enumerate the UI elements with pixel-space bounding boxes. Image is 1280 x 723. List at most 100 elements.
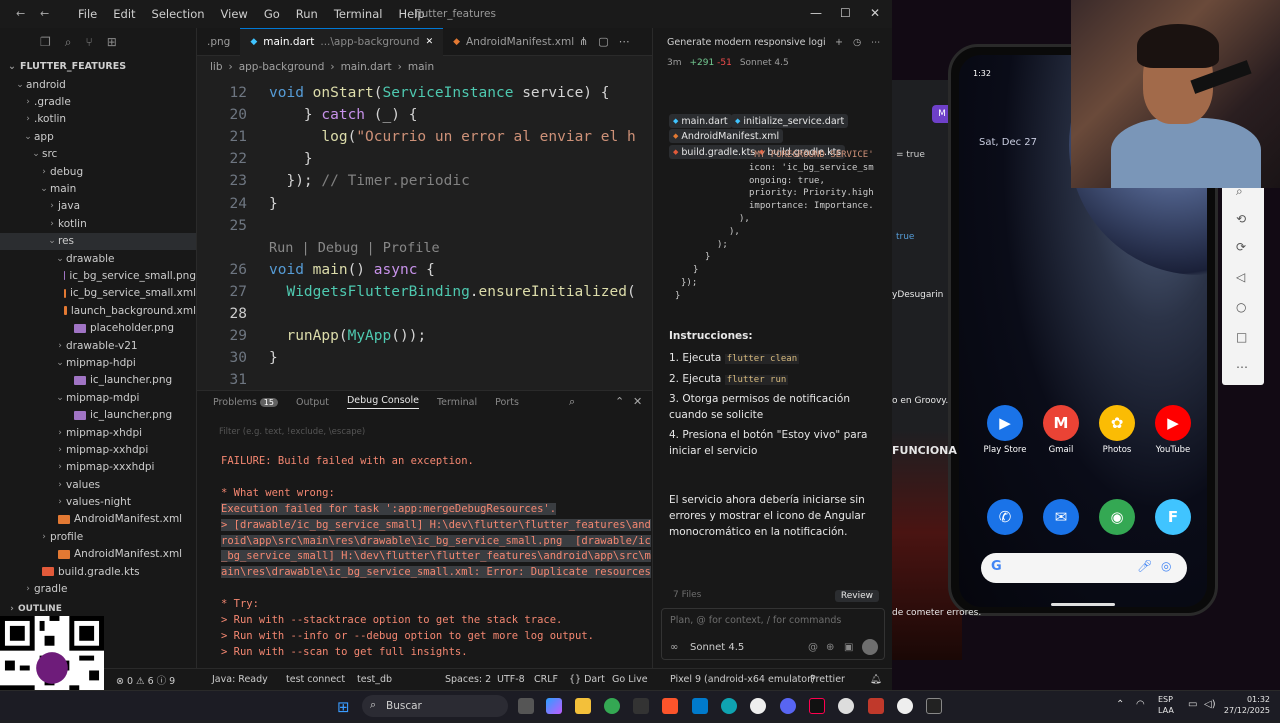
file-item[interactable]: ic_launcher.png [0,372,196,389]
back-nav-icon[interactable]: ◁ [1236,270,1245,284]
folder-item[interactable]: › mipmap-xxxhdpi [0,459,196,476]
copilot-icon[interactable] [546,698,562,714]
status-item[interactable]: Go Live [612,674,648,685]
panel-maximize-icon[interactable]: ⌃ [615,395,624,408]
folder-item[interactable]: ⌄ res [0,232,196,250]
breadcrumb-item[interactable]: main [408,61,434,73]
tiktok-icon[interactable] [809,698,825,714]
dock-app[interactable]: F [1143,499,1203,539]
folder-item[interactable]: ⌄ main [0,180,196,197]
back-icon[interactable]: ← [16,7,25,20]
outline-section[interactable]: › OUTLINE [6,600,62,617]
dock-app[interactable]: ✆ [975,499,1035,539]
image-icon[interactable]: ▣ [844,642,853,653]
bell-icon[interactable]: 🔔︎ [870,674,882,685]
google-search-bar[interactable]: G 🎤︎ ◎ [981,553,1187,583]
context-chip[interactable]: ◆ AndroidManifest.xml [669,129,784,143]
status-item[interactable]: {} Dart [569,674,605,685]
menu-item[interactable]: Terminal [334,7,383,21]
panel-close-icon[interactable]: ✕ [633,395,642,408]
folder-item[interactable]: › java [0,198,196,215]
search-icon[interactable]: ⌕ [65,35,72,50]
menu-item[interactable]: Selection [152,7,205,21]
task-view-icon[interactable] [518,698,534,714]
folder-item[interactable]: › profile [0,528,196,545]
menu-item[interactable]: Run [296,7,318,21]
openai-icon[interactable] [897,698,913,714]
discord-icon[interactable] [780,698,796,714]
files-changed[interactable]: 7 Files [673,590,701,600]
breadcrumb-item[interactable]: app-background [239,61,325,73]
github-icon[interactable] [750,698,766,714]
cmd-icon[interactable] [926,698,942,714]
volume-icon[interactable]: ◁) [1204,699,1216,710]
new-chat-icon[interactable]: + [835,37,843,48]
home-nav-icon[interactable]: ○ [1236,300,1246,314]
tab-main-dart[interactable]: ◆ main.dart ...\app-background ✕ [240,27,444,56]
breadcrumb-item[interactable]: lib [210,61,223,73]
status-item[interactable]: Prettier [810,674,845,685]
language-indicator[interactable]: ESP LAA [1158,694,1174,716]
mention-icon[interactable]: @ [808,642,818,653]
folder-item[interactable]: › drawable-v21 [0,337,196,354]
brave-icon[interactable] [662,698,678,714]
edge-icon[interactable] [721,698,737,714]
folder-item[interactable]: ⌄ mipmap-mdpi [0,389,196,406]
app-photos[interactable]: ✿ Photos [1087,405,1147,455]
folder-item[interactable]: › values [0,476,196,493]
app-icon[interactable] [838,698,854,714]
infinity-icon[interactable]: ∞ [670,642,678,653]
folder-item[interactable]: ⌄ android [0,76,196,93]
folder-item[interactable]: › gradle [0,580,196,597]
status-item[interactable]: test connect [286,674,345,685]
history-icon[interactable]: ◷ [853,37,861,48]
start-icon[interactable]: ⊞ [337,698,350,716]
folder-item[interactable]: ⌄ src [0,146,196,163]
send-button[interactable] [862,639,878,655]
panel-tab-output[interactable]: Output [296,397,329,408]
console-filter-input[interactable]: Filter (e.g. text, !exclude, \escape) [219,427,365,437]
texstudio-icon[interactable] [868,698,884,714]
context-chip[interactable]: ◆ initialize_service.dart [731,114,849,128]
rotate-left-icon[interactable]: ⟲ [1236,212,1246,226]
dock-app[interactable]: ◉ [1087,499,1147,539]
lens-icon[interactable]: ◎ [1161,559,1171,573]
folder-item[interactable]: › .kotlin [0,111,196,128]
folder-item[interactable]: ⌄ app [0,128,196,145]
rotate-right-icon[interactable]: ⟳ [1236,240,1246,254]
file-item[interactable]: launch_background.xml [0,302,196,319]
clock[interactable]: 01:32 27/12/2025 [1224,694,1270,716]
globe-icon[interactable]: ⊕ [826,642,834,653]
file-item[interactable]: placeholder.png [0,319,196,336]
taskbar-search[interactable]: ⌕ Buscar [362,695,508,717]
date-widget[interactable]: Sat, Dec 27 [979,137,1037,148]
status-item[interactable]: Java: Ready [212,674,268,685]
terminal-icon[interactable] [633,698,649,714]
panel-tab-debug-console[interactable]: Debug Console [346,395,419,409]
status-item[interactable]: test_db [357,674,392,685]
chat-input[interactable]: Plan, @ for context, / for commands ∞ So… [661,608,885,660]
status-item[interactable]: ⊗ 0 ⚠ 6 ⓘ 9 [116,673,175,687]
chrome-icon[interactable] [604,698,620,714]
chat-title[interactable]: Generate modern responsive logi [667,37,826,48]
folder-item[interactable]: ⌄ mipmap-hdpi [0,354,196,371]
tab-close-icon[interactable]: ✕ [426,37,434,47]
folder-item[interactable]: › debug [0,163,196,180]
code-editor[interactable]: 12 void onStart(ServiceInstance service) … [197,80,652,388]
overview-nav-icon[interactable]: □ [1236,330,1247,344]
more-options-icon[interactable]: ⋯ [1236,360,1248,374]
menu-item[interactable]: Go [264,7,280,21]
app-play-store[interactable]: ▶ Play Store [975,405,1035,455]
panel-search-icon[interactable]: ⌕ [569,395,575,409]
status-item[interactable]: UTF-8 [497,674,525,685]
file-item[interactable]: AndroidManifest.xml [0,546,196,563]
panel-tab-ports[interactable]: Ports [495,397,519,408]
tray-chevron-icon[interactable]: ⌃ [1116,699,1124,710]
status-item[interactable]: Pixel 9 (android-x64 emulator) [670,674,815,685]
mic-icon[interactable]: 🎤︎ [1137,559,1152,573]
context-chip[interactable]: ◆ build.gradle.kts [669,145,760,159]
app-gmail[interactable]: M Gmail [1031,405,1091,455]
folder-item[interactable]: ⌄ drawable [0,250,196,267]
panel-tab-terminal[interactable]: Terminal [437,397,477,408]
forward-icon[interactable]: ← [40,7,49,20]
